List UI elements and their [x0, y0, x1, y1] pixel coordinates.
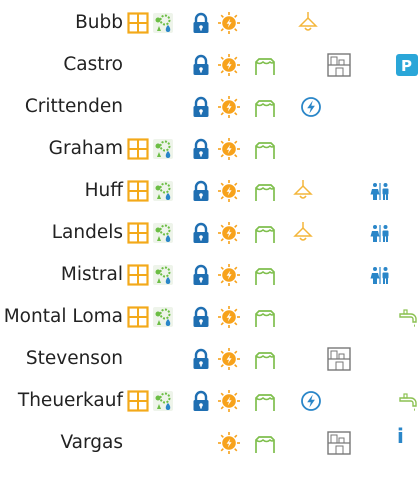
lock-icon [190, 222, 212, 244]
restroom-icon [369, 222, 391, 244]
room-row[interactable]: Huff [0, 170, 419, 212]
power-icon [218, 264, 240, 286]
room-name: Stevenson [25, 348, 123, 369]
power-icon [218, 180, 240, 202]
lock-icon [190, 96, 212, 118]
tap-icon [398, 390, 419, 412]
storage-icon [327, 53, 351, 77]
room-name: Montal Loma [3, 306, 123, 327]
window-icon [127, 306, 149, 328]
lamp-icon [297, 12, 319, 34]
room-row[interactable]: Landels [0, 212, 419, 254]
lock-icon [190, 180, 212, 202]
storage-icon [327, 347, 351, 371]
parking-label: P [401, 57, 412, 75]
lock-icon [190, 306, 212, 328]
room-row[interactable]: Graham [0, 128, 419, 170]
room-row[interactable]: Vargas [0, 422, 419, 464]
tap-icon [398, 306, 419, 328]
tent-icon [254, 306, 276, 328]
tent-icon [254, 180, 276, 202]
heating-icon [152, 138, 174, 160]
tent-icon [254, 222, 276, 244]
room-name: Bubb [75, 12, 123, 33]
power-icon [218, 54, 240, 76]
power-icon [218, 138, 240, 160]
lock-icon [190, 264, 212, 286]
room-name: Vargas [60, 432, 123, 453]
power-icon [218, 348, 240, 370]
lamp-icon [292, 222, 314, 244]
bolt-icon [300, 390, 322, 412]
power-icon [218, 306, 240, 328]
heating-icon [152, 306, 174, 328]
tent-icon [254, 390, 276, 412]
heating-icon [152, 222, 174, 244]
tent-icon [254, 54, 276, 76]
heating-icon [152, 264, 174, 286]
lock-icon [190, 390, 212, 412]
room-name: Mistral [60, 264, 123, 285]
window-icon [127, 222, 149, 244]
heating-icon [152, 180, 174, 202]
room-row[interactable]: Crittenden [0, 86, 419, 128]
stray-text: i [397, 424, 404, 448]
bolt-icon [300, 96, 322, 118]
power-icon [218, 12, 240, 34]
power-icon [218, 390, 240, 412]
window-icon [127, 180, 149, 202]
lamp-icon [292, 180, 314, 202]
room-name: Castro [63, 54, 123, 75]
lock-icon [190, 12, 212, 34]
heating-icon [152, 390, 174, 412]
tent-icon [254, 96, 276, 118]
room-row[interactable]: Montal Loma [0, 296, 419, 338]
storage-icon [327, 431, 351, 455]
power-icon [218, 96, 240, 118]
room-name: Graham [48, 138, 123, 159]
restroom-icon [369, 264, 391, 286]
lock-icon [190, 348, 212, 370]
tent-icon [254, 432, 276, 454]
room-row[interactable]: Castro P [0, 44, 419, 86]
parking-icon: P [396, 54, 418, 76]
heating-icon [152, 12, 174, 34]
room-row[interactable]: Bubb [0, 2, 419, 44]
window-icon [127, 264, 149, 286]
window-icon [127, 138, 149, 160]
room-name: Theuerkauf [17, 390, 123, 411]
restroom-icon [369, 180, 391, 202]
room-name: Huff [84, 180, 123, 201]
room-name: Landels [51, 222, 123, 243]
room-row[interactable]: Mistral [0, 254, 419, 296]
room-name: Crittenden [24, 96, 123, 117]
window-icon [127, 12, 149, 34]
room-row[interactable]: Stevenson [0, 338, 419, 380]
tent-icon [254, 264, 276, 286]
power-icon [218, 432, 240, 454]
lock-icon [190, 54, 212, 76]
window-icon [127, 390, 149, 412]
tent-icon [254, 348, 276, 370]
tent-icon [254, 138, 276, 160]
power-icon [218, 222, 240, 244]
room-row[interactable]: Theuerkauf [0, 380, 419, 422]
lock-icon [190, 138, 212, 160]
